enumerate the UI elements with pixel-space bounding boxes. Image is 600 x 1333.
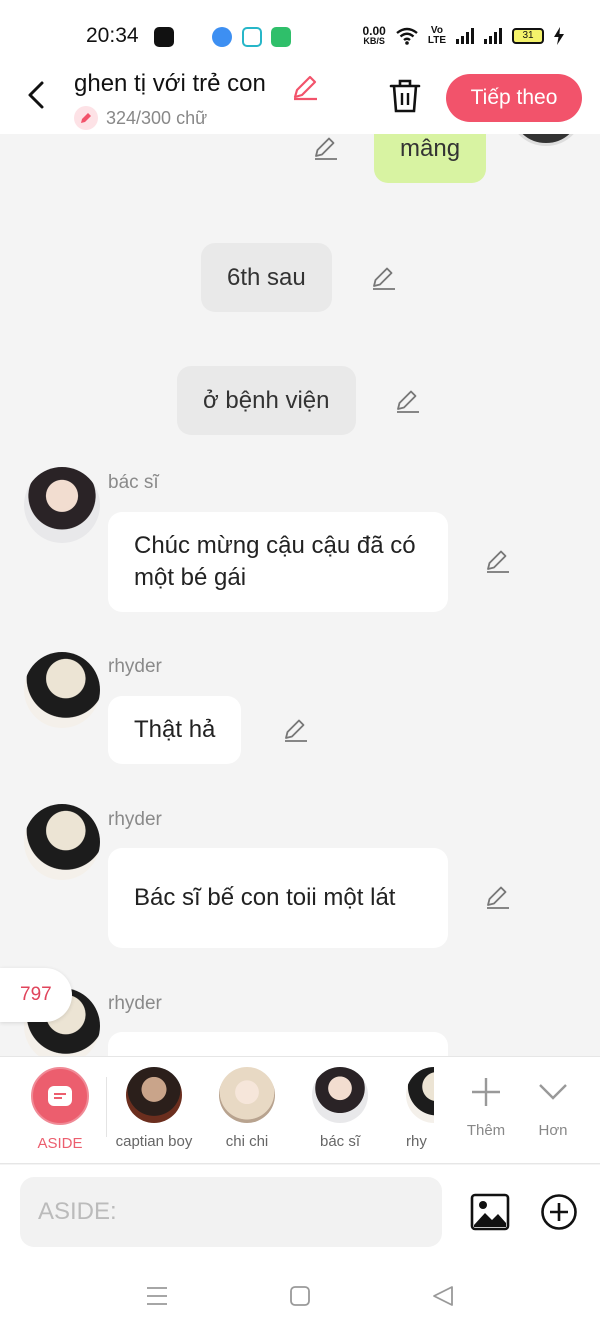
volte-indicator: Vo LTE [427, 25, 446, 46]
character-selector: ASIDE captian boy chi chi bác sĩ rhy Thê… [0, 1056, 600, 1164]
battery-icon: 31 [512, 28, 544, 44]
message-text: 6th sau [227, 263, 306, 291]
shield-notification-icon [271, 27, 291, 47]
message-text: Bác sĩ bế con toii một lát [134, 884, 396, 911]
shopping-cart-notification-icon [242, 27, 262, 47]
edit-title-icon[interactable] [290, 72, 320, 102]
edit-message-icon[interactable] [282, 716, 310, 744]
avatar-user[interactable] [508, 134, 584, 146]
back-button[interactable] [22, 80, 52, 110]
edit-message-icon[interactable] [312, 134, 340, 162]
status-time: 20:34 [86, 24, 139, 47]
pencil-icon [74, 106, 98, 130]
character-chi-chi[interactable]: chi chi [202, 1067, 292, 1150]
unread-counter-badge[interactable]: 797 [0, 968, 72, 1022]
narration-bubble[interactable]: 6th sau [201, 243, 332, 312]
app-notification-icon [212, 27, 232, 47]
chevron-down-icon [539, 1084, 567, 1100]
avatar [219, 1067, 275, 1123]
story-title[interactable]: ghen tị với trẻ con [74, 70, 266, 98]
char-count: 324/300 chữ [106, 107, 208, 128]
message-bubble[interactable] [108, 1032, 448, 1056]
home-icon[interactable] [287, 1283, 313, 1309]
avatar [126, 1067, 182, 1123]
back-nav-icon[interactable] [430, 1283, 456, 1309]
narration-bubble[interactable]: ở bệnh viện [177, 366, 356, 435]
system-nav-bar [0, 1255, 600, 1333]
collapse-button[interactable]: Hơn [521, 1075, 585, 1139]
add-character-label: Thêm [466, 1122, 506, 1139]
wifi-icon [396, 27, 418, 45]
divider [106, 1077, 107, 1137]
message-bubble[interactable]: Thật hả [108, 696, 242, 764]
character-rhyder[interactable]: rhy [378, 1067, 434, 1150]
edit-message-icon[interactable] [484, 883, 512, 911]
speaker-name: rhyder [108, 656, 162, 677]
speaker-name: bác sĩ [108, 472, 159, 493]
next-button[interactable]: Tiếp theo [446, 74, 582, 122]
message-text: ở bệnh viện [203, 386, 330, 414]
avatar-rhyder[interactable] [24, 804, 100, 880]
signal-2-icon [484, 28, 502, 44]
plus-icon [472, 1078, 500, 1106]
message-bubble[interactable]: mâng [374, 134, 487, 183]
character-label: captian boy [115, 1133, 193, 1150]
zalo-notification-icon [154, 27, 174, 47]
message-text: Thật hả [134, 716, 216, 743]
edit-message-icon[interactable] [484, 547, 512, 575]
charging-icon [554, 27, 564, 45]
avatar [312, 1067, 368, 1123]
avatar-bac-si[interactable] [24, 467, 100, 543]
character-label: ASIDE [37, 1135, 83, 1152]
chat-area[interactable]: mâng 6th sau ở bệnh viện bác sĩ Chúc mừn… [0, 134, 600, 1056]
aside-icon [31, 1067, 89, 1125]
character-captian-boy[interactable]: captian boy [109, 1067, 199, 1150]
message-input[interactable] [20, 1177, 442, 1247]
word-counter: 324/300 chữ [74, 106, 207, 130]
character-label: chi chi [225, 1133, 269, 1150]
speaker-name: rhyder [108, 809, 162, 830]
avatar-rhyder[interactable] [24, 652, 100, 728]
message-bubble[interactable]: Bác sĩ bế con toii một lát [108, 848, 448, 948]
message-bubble[interactable]: Chúc mừng cậu cậu đã có một bé gái [108, 512, 448, 612]
avatar [406, 1067, 434, 1123]
edit-message-icon[interactable] [370, 264, 398, 292]
collapse-label: Hơn [538, 1122, 568, 1139]
edit-message-icon[interactable] [394, 387, 422, 415]
character-bac-si[interactable]: bác sĩ [295, 1067, 385, 1150]
character-label: bác sĩ [319, 1133, 361, 1150]
status-bar: 20:34 0.00 KB/S Vo LTE 31 [0, 0, 600, 70]
character-label: rhy [406, 1133, 427, 1150]
image-icon[interactable] [470, 1192, 510, 1232]
network-speed: 0.00 KB/S [362, 24, 386, 46]
menu-icon[interactable] [144, 1283, 170, 1309]
delete-button[interactable] [388, 78, 422, 114]
character-aside[interactable]: ASIDE [15, 1067, 105, 1152]
message-text: mâng [400, 134, 461, 162]
signal-1-icon [456, 28, 474, 44]
message-text: Chúc mừng cậu cậu đã có một bé gái [134, 532, 416, 591]
add-character-button[interactable]: Thêm [454, 1075, 518, 1139]
composer [0, 1165, 600, 1255]
speaker-name: rhyder [108, 993, 162, 1014]
header: ghen tị với trẻ con 324/300 chữ Tiếp the… [0, 70, 600, 134]
add-icon[interactable] [540, 1193, 578, 1231]
